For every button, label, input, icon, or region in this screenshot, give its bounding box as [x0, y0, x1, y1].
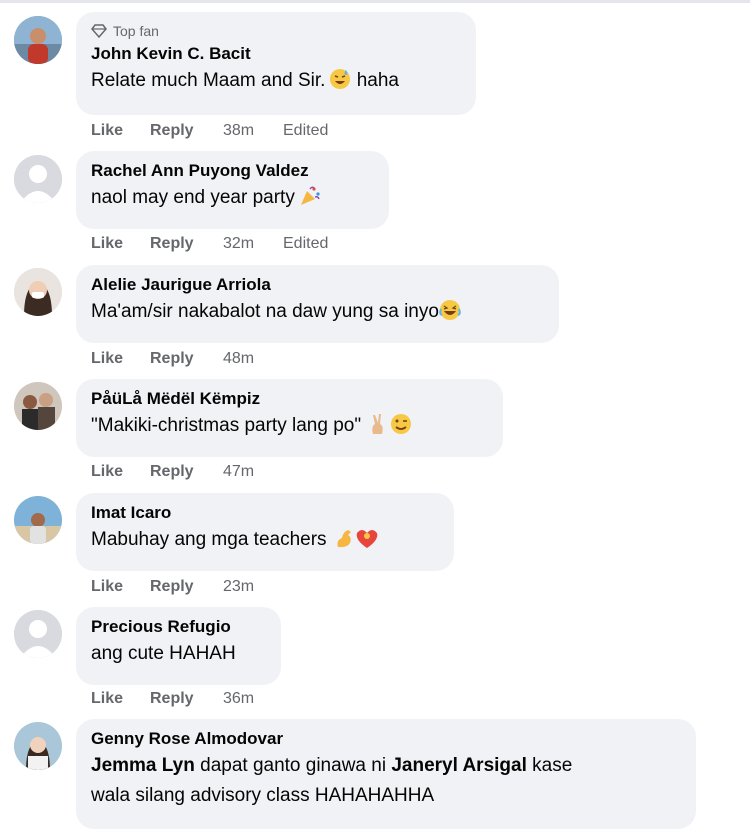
- like-button[interactable]: Like: [91, 689, 150, 709]
- comment-author[interactable]: Alelie Jaurigue Arriola: [91, 273, 544, 297]
- avatar[interactable]: [14, 16, 62, 64]
- comment-text: naol may end year party: [91, 183, 374, 217]
- muscle-heart-emoji-icon: [335, 527, 379, 559]
- avatar-photo-icon: [14, 722, 62, 770]
- reply-button[interactable]: Reply: [150, 349, 223, 369]
- comment-timestamp[interactable]: 38m: [223, 121, 283, 141]
- comment-timestamp[interactable]: 36m: [223, 689, 283, 709]
- avatar[interactable]: [14, 610, 62, 658]
- sweat-smile-emoji-icon: [329, 68, 351, 100]
- like-button[interactable]: Like: [91, 462, 150, 482]
- comment-actions: Like Reply 48m: [91, 349, 283, 369]
- comment-timestamp[interactable]: 32m: [223, 234, 283, 254]
- comment-bubble: Rachel Ann Puyong Valdez naol may end ye…: [76, 151, 389, 229]
- comment-text: Jemma Lyn dapat ganto ginawa ni Janeryl …: [91, 755, 573, 776]
- top-fan-badge: Top fan: [91, 20, 461, 42]
- comment-text: "Makiki-christmas party lang po": [91, 411, 488, 445]
- mention-link[interactable]: Jemma Lyn: [91, 755, 195, 776]
- comment-timestamp[interactable]: 47m: [223, 462, 283, 482]
- avatar[interactable]: [14, 268, 62, 316]
- reply-button[interactable]: Reply: [150, 121, 223, 141]
- like-button[interactable]: Like: [91, 121, 150, 141]
- comment-actions: Like Reply 36m: [91, 689, 283, 709]
- comment-text: Relate much Maam and Sir. haha: [91, 66, 461, 100]
- victory-hand-wink-emoji-icon: [369, 413, 413, 445]
- comment-bubble: Alelie Jaurigue Arriola Ma'am/sir nakaba…: [76, 265, 559, 343]
- avatar-photo-icon: [14, 496, 62, 544]
- avatar[interactable]: [14, 382, 62, 430]
- default-avatar-icon: [14, 610, 62, 658]
- party-popper-emoji-icon: [299, 185, 321, 217]
- comment-author[interactable]: Precious Refugio: [91, 615, 266, 639]
- like-button[interactable]: Like: [91, 577, 150, 597]
- avatar[interactable]: [14, 155, 62, 203]
- reply-button[interactable]: Reply: [150, 234, 223, 254]
- avatar-photo-icon: [14, 16, 62, 64]
- comment-author[interactable]: PåüLå Mëdël Këmpiz: [91, 387, 488, 411]
- comment-timestamp[interactable]: 23m: [223, 577, 283, 597]
- like-button[interactable]: Like: [91, 349, 150, 369]
- comment-bubble: Precious Refugio ang cute HAHAH: [76, 607, 281, 685]
- avatar[interactable]: [14, 722, 62, 770]
- top-divider: [0, 0, 750, 3]
- reply-button[interactable]: Reply: [150, 689, 223, 709]
- comment-actions: Like Reply 47m: [91, 462, 283, 482]
- comment-author[interactable]: Genny Rose Almodovar: [91, 727, 681, 751]
- laughing-crying-emoji-icon: [439, 299, 461, 331]
- comment-actions: Like Reply 32m Edited: [91, 234, 328, 254]
- comment-actions: Like Reply 23m: [91, 577, 283, 597]
- comment-bubble: Top fan John Kevin C. Bacit Relate much …: [76, 12, 476, 115]
- comment-author[interactable]: Imat Icaro: [91, 501, 439, 525]
- avatar[interactable]: [14, 496, 62, 544]
- comment-bubble: Imat Icaro Mabuhay ang mga teachers: [76, 493, 454, 571]
- comment-text: Ma'am/sir nakabalot na daw yung sa inyo: [91, 297, 544, 331]
- diamond-icon: [91, 24, 107, 39]
- reply-button[interactable]: Reply: [150, 577, 223, 597]
- comment-text-line: wala silang advisory class HAHAHAHHA: [91, 785, 435, 806]
- comment-text: ang cute HAHAH: [91, 643, 236, 664]
- comment-author[interactable]: Rachel Ann Puyong Valdez: [91, 159, 374, 183]
- comment-actions: Like Reply 38m Edited: [91, 121, 328, 141]
- avatar-photo-icon: [14, 382, 62, 430]
- comment-bubble: PåüLå Mëdël Këmpiz "Makiki-christmas par…: [76, 379, 503, 457]
- like-button[interactable]: Like: [91, 234, 150, 254]
- badge-label: Top fan: [113, 23, 159, 39]
- comment-timestamp[interactable]: 48m: [223, 349, 283, 369]
- comment-author[interactable]: John Kevin C. Bacit: [91, 42, 461, 66]
- edited-label: Edited: [283, 235, 329, 252]
- comment-bubble: Genny Rose Almodovar Jemma Lyn dapat gan…: [76, 719, 696, 829]
- edited-label: Edited: [283, 122, 329, 139]
- mention-link[interactable]: Janeryl Arsigal: [391, 755, 527, 776]
- reply-button[interactable]: Reply: [150, 462, 223, 482]
- avatar-photo-icon: [14, 268, 62, 316]
- default-avatar-icon: [14, 155, 62, 203]
- comment-text: Mabuhay ang mga teachers: [91, 525, 439, 559]
